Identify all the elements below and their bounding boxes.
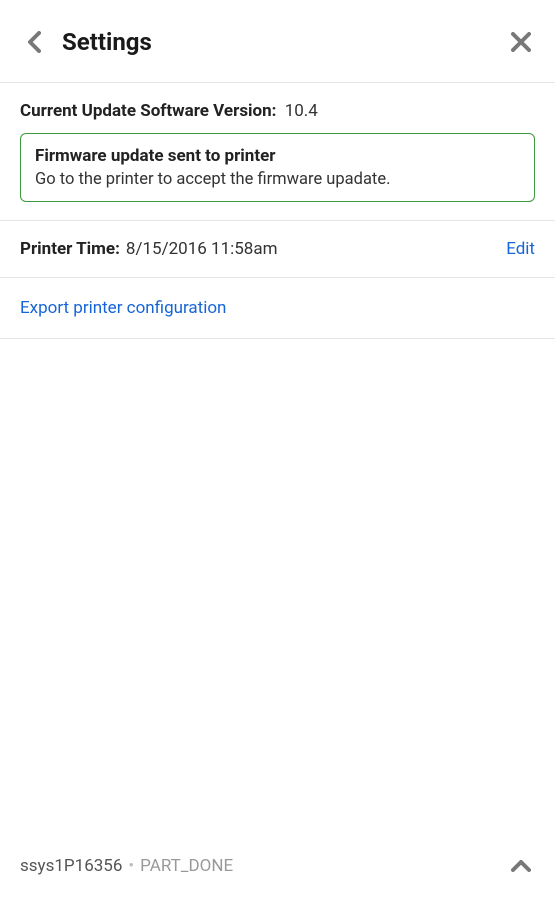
device-id: ssys1P16356: [20, 856, 122, 876]
edit-time-link[interactable]: Edit: [506, 239, 535, 259]
firmware-notice-title: Firmware update sent to printer: [35, 146, 520, 166]
export-row: Export printer configuration: [0, 278, 555, 338]
back-button[interactable]: [20, 28, 48, 56]
header: Settings: [0, 0, 555, 82]
chevron-left-icon: [27, 31, 41, 53]
device-status: PART_DONE: [140, 856, 233, 876]
printer-time-label: Printer Time:: [20, 239, 120, 259]
version-label: Current Update Software Version:: [20, 101, 276, 121]
printer-time-value: 8/15/2016 11:58am: [126, 239, 506, 259]
version-line: Current Update Software Version: 10.4: [20, 101, 535, 121]
page-title: Settings: [62, 28, 507, 56]
close-icon: [511, 32, 531, 52]
footer-separator: •: [128, 856, 134, 876]
printer-time-row: Printer Time: 8/15/2016 11:58am Edit: [0, 221, 555, 277]
export-config-link[interactable]: Export printer configuration: [20, 298, 226, 318]
chevron-up-icon: [511, 859, 531, 873]
firmware-notice-body: Go to the printer to accept the firmware…: [35, 170, 520, 189]
expand-button[interactable]: [507, 852, 535, 880]
version-value: 10.4: [285, 101, 318, 121]
divider: [0, 338, 555, 339]
footer: ssys1P16356 • PART_DONE: [0, 852, 555, 900]
version-section: Current Update Software Version: 10.4 Fi…: [0, 83, 555, 220]
firmware-notice: Firmware update sent to printer Go to th…: [20, 133, 535, 202]
close-button[interactable]: [507, 28, 535, 56]
